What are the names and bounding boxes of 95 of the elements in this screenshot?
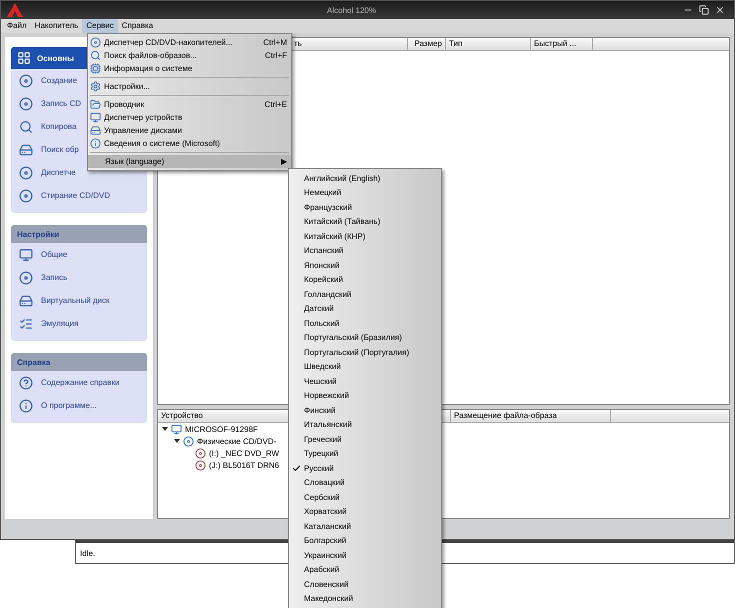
folder-icon xyxy=(90,99,101,110)
menu-entry[interactable]: Диспетчер устройств xyxy=(88,111,291,124)
menu-entry[interactable]: Проводник Ctrl+E xyxy=(88,98,291,111)
language-option[interactable]: Шведский xyxy=(304,362,441,372)
language-option[interactable]: Македонский xyxy=(304,594,441,604)
sidebar-link[interactable]: Виртуальный диск xyxy=(41,296,110,305)
language-option[interactable]: Греческий xyxy=(304,434,441,444)
column-header[interactable]: Быстрый ... xyxy=(531,38,593,50)
status-text: Idle. xyxy=(80,548,96,558)
language-option[interactable]: Словенский xyxy=(304,580,441,589)
sidebar-link[interactable]: Общие xyxy=(41,250,68,259)
menu-entry[interactable]: Управление дисками xyxy=(88,124,291,137)
close-icon xyxy=(715,5,725,15)
submenu-item[interactable]: Язык (language) ▶ xyxy=(88,155,291,168)
language-option[interactable]: Норвежский xyxy=(304,391,441,400)
tree-item[interactable]: (I:) _NEC DVD_RW xyxy=(209,448,280,458)
monitor-icon xyxy=(19,248,33,262)
panel-header[interactable]: Справка xyxy=(11,353,147,371)
language-option[interactable]: Арабский xyxy=(304,565,441,574)
tree-item[interactable]: (J:) BL5016T DRN6 xyxy=(209,460,280,470)
language-option[interactable]: Каталанский xyxy=(304,522,441,531)
menu-item[interactable]: Файл xyxy=(3,19,31,33)
column-header[interactable]: Размещение файла-образа xyxy=(451,410,611,422)
sidebar-link[interactable]: Создание xyxy=(41,76,78,85)
language-option[interactable]: Португальский (Португалия) xyxy=(304,348,441,357)
tree-item[interactable]: MICROSOF-91298F xyxy=(185,424,258,434)
info-icon xyxy=(90,138,101,149)
computer-icon xyxy=(171,424,182,435)
restore-icon xyxy=(699,5,709,15)
language-option[interactable]: Китайский (Тайвань) xyxy=(304,217,441,226)
language-option[interactable]: Русский xyxy=(304,464,441,473)
sidebar-link[interactable]: Запись CD xyxy=(41,99,82,108)
language-option[interactable]: Немецкий xyxy=(304,188,441,198)
disc-icon xyxy=(195,460,206,471)
language-option[interactable]: Итальянский xyxy=(304,420,441,430)
sidebar-link[interactable]: Стирание CD/DVD xyxy=(41,191,110,200)
language-option[interactable]: Испанский xyxy=(304,246,441,256)
search-icon xyxy=(90,50,101,61)
disc-icon xyxy=(19,74,33,88)
drive-icon xyxy=(19,142,33,156)
language-option[interactable]: Чешский xyxy=(304,376,441,386)
logo-icon xyxy=(7,3,23,17)
info-icon xyxy=(19,398,33,412)
grid-icon xyxy=(17,51,31,65)
sidebar-link[interactable]: Содержание справки xyxy=(41,378,120,387)
help-icon xyxy=(19,376,33,390)
column-header[interactable]: Тип xyxy=(446,38,531,50)
language-option[interactable]: Японский xyxy=(304,260,441,270)
menu-item[interactable]: Накопитель xyxy=(30,19,82,33)
search-icon xyxy=(19,120,33,134)
disc-icon xyxy=(19,270,33,284)
expand-arrow-icon[interactable] xyxy=(174,438,180,444)
language-option[interactable]: Датский xyxy=(304,304,441,314)
disc-icon xyxy=(183,436,194,447)
window-title: Alcohol 120% xyxy=(326,6,377,14)
language-option[interactable]: Украинский xyxy=(304,550,441,560)
sidebar-link[interactable]: О программе... xyxy=(41,401,97,410)
drive-icon xyxy=(90,125,101,136)
language-option[interactable]: Китайский (КНР) xyxy=(304,232,441,241)
language-option[interactable]: Корейский xyxy=(304,275,441,284)
settings-icon xyxy=(90,81,101,92)
sidebar-link[interactable]: Эмуляция xyxy=(41,319,78,328)
language-option[interactable]: Английский (English) xyxy=(304,174,441,183)
drive-icon xyxy=(19,294,33,308)
disc-icon xyxy=(19,188,33,202)
language-option[interactable]: Болгарский xyxy=(304,536,441,546)
chip-icon xyxy=(90,63,101,74)
sidebar-link[interactable]: Поиск обр xyxy=(41,145,79,154)
sidebar-link[interactable]: Диспетче xyxy=(41,168,76,177)
menu-entry[interactable]: Информация о системе xyxy=(88,62,291,75)
disc-icon xyxy=(19,96,33,110)
menu-entry[interactable]: Настройки... xyxy=(88,80,291,93)
sidebar-link[interactable]: Копирова xyxy=(41,122,76,131)
language-option[interactable]: Сербский xyxy=(304,492,441,502)
column-header[interactable]: Размер xyxy=(408,38,446,50)
disc-icon xyxy=(90,37,101,48)
language-option[interactable]: Французский xyxy=(304,202,441,212)
language-option[interactable]: Турецкий xyxy=(304,449,441,458)
menu-item[interactable]: Сервис xyxy=(82,19,118,33)
monitor-icon xyxy=(90,112,101,123)
menu-item[interactable]: Справка xyxy=(118,19,158,33)
language-option[interactable]: Финский xyxy=(304,406,441,415)
panel-header[interactable]: Настройки xyxy=(11,225,147,243)
language-option[interactable]: Хорватский xyxy=(304,507,441,516)
language-option[interactable]: Голландский xyxy=(304,290,441,299)
language-option[interactable]: Португальский (Бразилия) xyxy=(304,333,441,342)
expand-arrow-icon[interactable] xyxy=(162,426,168,432)
menu-entry[interactable]: Сведения о системе (Microsoft) xyxy=(88,137,291,150)
checklist-icon xyxy=(19,316,33,330)
language-option[interactable]: Словацкий xyxy=(304,478,441,488)
language-option[interactable]: Польский xyxy=(304,318,441,328)
disc-icon xyxy=(19,166,33,180)
sidebar-link[interactable]: Запись xyxy=(41,273,68,282)
disc-icon xyxy=(195,448,206,459)
tree-item[interactable]: Физические CD/DVD- xyxy=(197,436,276,446)
